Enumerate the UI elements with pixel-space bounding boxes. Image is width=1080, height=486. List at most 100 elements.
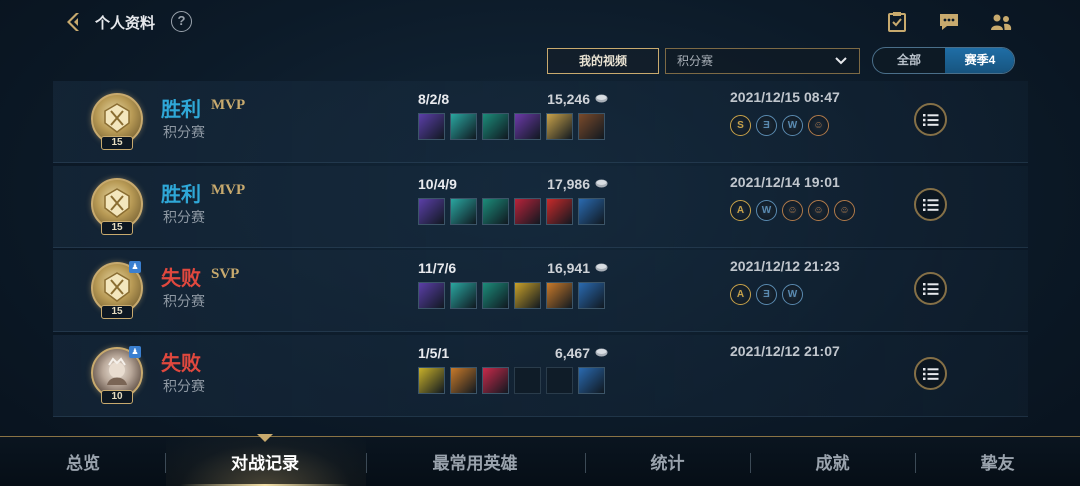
match-detail-button[interactable] xyxy=(914,188,947,221)
performance-badge: MVP xyxy=(211,182,246,198)
gold-coin-icon xyxy=(595,179,608,188)
honor-badge-icon: ☺ xyxy=(834,200,855,221)
chat-icon[interactable] xyxy=(937,10,961,34)
chevron-down-icon xyxy=(835,57,847,65)
list-icon xyxy=(923,199,939,211)
list-icon xyxy=(923,368,939,380)
match-row[interactable]: 15 胜利 MVP 积分赛 8/2/8 15,246 2021/12/15 08:47 S Ǝ W… xyxy=(53,81,1028,163)
gold-coin-icon xyxy=(595,348,608,357)
item-slot[interactable] xyxy=(418,282,445,309)
item-slot[interactable] xyxy=(418,367,445,394)
item-slot[interactable] xyxy=(450,113,477,140)
match-result: 失败 xyxy=(161,353,201,375)
tab-achievements[interactable]: 成就 xyxy=(775,449,890,474)
clipboard-check-icon[interactable] xyxy=(885,10,909,34)
season-toggle: 全部 赛季4 xyxy=(872,47,1015,74)
nav-divider xyxy=(165,453,166,473)
tab-match-history[interactable]: 对战记录 xyxy=(190,449,340,474)
honor-badge-icon: W xyxy=(782,115,803,136)
tab-best-friends[interactable]: 挚友 xyxy=(940,449,1055,474)
friends-icon[interactable] xyxy=(989,10,1013,34)
bottom-nav: 总览 对战记录 最常用英雄 统计 成就 挚友 xyxy=(0,434,1080,486)
mode-select-value: 积分赛 xyxy=(677,54,714,68)
team-icon: ♟ xyxy=(129,261,141,273)
match-datetime: 2021/12/12 21:23 xyxy=(730,258,840,274)
gold-earned: 6,467 xyxy=(522,345,608,361)
honor-badge-icon: Ǝ xyxy=(756,284,777,305)
item-slot[interactable] xyxy=(482,198,509,225)
match-detail-button[interactable] xyxy=(914,272,947,305)
honor-badge-icon: W xyxy=(782,284,803,305)
back-button[interactable] xyxy=(62,10,86,34)
gold-earned: 15,246 xyxy=(522,91,608,107)
item-slot[interactable] xyxy=(578,113,605,140)
active-tab-marker-icon xyxy=(257,434,273,442)
honor-badge-icon: ☺ xyxy=(782,200,803,221)
honor-badge-icon: ☺ xyxy=(808,115,829,136)
item-slot[interactable] xyxy=(418,198,445,225)
match-row[interactable]: 15 胜利 MVP 积分赛 10/4/9 17,986 2021/12/14 19:01 A W… xyxy=(53,166,1028,248)
item-slot[interactable] xyxy=(482,113,509,140)
match-row[interactable]: 15 ♟ 失败 SVP 积分赛 11/7/6 16,941 2021/12/12 21:23 A… xyxy=(53,250,1028,332)
item-slot[interactable] xyxy=(482,282,509,309)
nav-divider xyxy=(750,453,751,473)
my-videos-button[interactable]: 我的视频 xyxy=(547,48,659,74)
season-current-tab[interactable]: 赛季4 xyxy=(945,48,1014,73)
performance-badge: SVP xyxy=(211,266,240,282)
item-slot[interactable] xyxy=(578,198,605,225)
season-all-tab[interactable]: 全部 xyxy=(873,48,945,73)
honor-badge-icon: Ǝ xyxy=(756,115,777,136)
item-slot-empty xyxy=(546,367,573,394)
kda: 11/7/6 xyxy=(418,260,457,276)
honor-badge-icon: W xyxy=(756,200,777,221)
item-slot[interactable] xyxy=(450,282,477,309)
nav-divider xyxy=(585,453,586,473)
honor-badge-icon: A xyxy=(730,284,751,305)
match-detail-button[interactable] xyxy=(914,103,947,136)
rank-emblem-icon xyxy=(104,103,130,133)
gold-value: 17,986 xyxy=(547,176,590,192)
match-detail-button[interactable] xyxy=(914,357,947,390)
back-icon xyxy=(67,13,79,31)
team-icon: ♟ xyxy=(129,346,141,358)
item-slot[interactable] xyxy=(450,367,477,394)
player-level: 15 xyxy=(101,136,133,150)
list-icon xyxy=(923,283,939,295)
item-slot[interactable] xyxy=(514,282,541,309)
match-datetime: 2021/12/15 08:47 xyxy=(730,89,840,105)
top-bar: 个人资料 ? xyxy=(0,0,1080,44)
match-datetime: 2021/12/12 21:07 xyxy=(730,343,840,359)
champion-portrait-icon xyxy=(107,357,127,385)
item-slot[interactable] xyxy=(546,198,573,225)
kda: 8/2/8 xyxy=(418,91,450,107)
gold-value: 15,246 xyxy=(547,91,590,107)
item-slot[interactable] xyxy=(546,113,573,140)
page-title: 个人资料 xyxy=(95,15,156,32)
kda: 1/5/1 xyxy=(418,345,450,361)
item-slot[interactable] xyxy=(546,282,573,309)
item-slot[interactable] xyxy=(418,113,445,140)
mode-select[interactable]: 积分赛 xyxy=(665,48,860,74)
match-datetime: 2021/12/14 19:01 xyxy=(730,174,840,190)
match-row[interactable]: 10 ♟ 失败 积分赛 1/5/1 6,467 2021/12/12 21:07 xyxy=(53,335,1028,417)
gold-coin-icon xyxy=(595,94,608,103)
kda: 10/4/9 xyxy=(418,176,457,192)
gold-value: 6,467 xyxy=(554,345,590,361)
gold-value: 16,941 xyxy=(547,260,590,276)
item-slot[interactable] xyxy=(578,367,605,394)
rank-emblem-icon xyxy=(104,272,130,302)
item-slot[interactable] xyxy=(578,282,605,309)
item-slot[interactable] xyxy=(450,198,477,225)
honor-badge-icon: S xyxy=(730,115,751,136)
help-icon[interactable]: ? xyxy=(171,11,192,32)
item-slot[interactable] xyxy=(482,367,509,394)
tab-overview[interactable]: 总览 xyxy=(40,449,126,474)
queue-type: 积分赛 xyxy=(163,378,205,394)
item-slot[interactable] xyxy=(514,198,541,225)
tab-most-played[interactable]: 最常用英雄 xyxy=(400,449,550,474)
item-slot-empty xyxy=(514,367,541,394)
tab-statistics[interactable]: 统计 xyxy=(610,449,725,474)
item-slot[interactable] xyxy=(514,113,541,140)
honor-badge-icon: A xyxy=(730,200,751,221)
match-result: 胜利 xyxy=(161,99,201,121)
